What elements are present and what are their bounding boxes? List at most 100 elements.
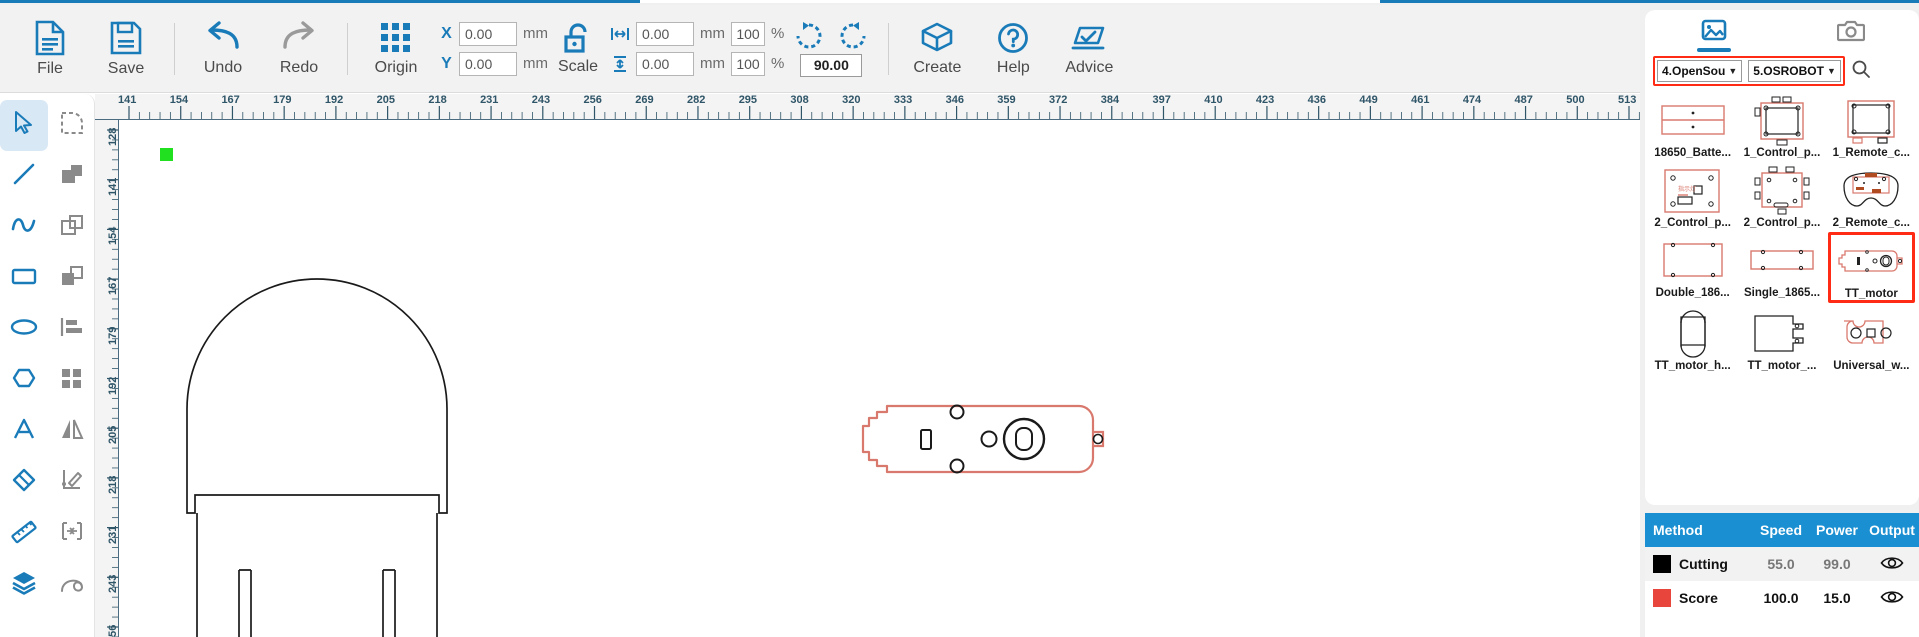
- width-percent-input[interactable]: [731, 21, 766, 46]
- select-tool[interactable]: [0, 100, 48, 151]
- rotate-left-icon[interactable]: [794, 21, 824, 51]
- origin-button[interactable]: Origin: [358, 10, 434, 88]
- camera-tab[interactable]: [1782, 10, 1919, 56]
- create-button[interactable]: Create: [899, 10, 975, 88]
- layers-tool[interactable]: [0, 559, 48, 610]
- speed-cell[interactable]: 100.0: [1753, 590, 1809, 606]
- scale-lock-button[interactable]: Scale: [558, 22, 598, 76]
- polygon-tool[interactable]: [0, 355, 48, 406]
- library-item[interactable]: TT_motor_h...: [1649, 305, 1736, 373]
- x-unit-label: mm: [523, 25, 548, 42]
- save-button[interactable]: Save: [88, 10, 164, 88]
- library-item[interactable]: 2_Remote_c...: [1828, 162, 1915, 230]
- rectangle-tool[interactable]: [0, 253, 48, 304]
- ruler-tick-label: 282: [686, 94, 706, 106]
- library-item[interactable]: TT_motor_...: [1738, 305, 1825, 373]
- align-tool[interactable]: [48, 304, 96, 355]
- library-tab[interactable]: [1645, 10, 1782, 56]
- subcategory-select[interactable]: 5.OSROBOT ▼: [1748, 60, 1841, 82]
- library-item-selected[interactable]: TT_motor: [1827, 232, 1915, 303]
- y-position-input[interactable]: [459, 51, 517, 76]
- height-percent-input[interactable]: [731, 51, 766, 76]
- ruler-tick-label: 205: [107, 425, 119, 445]
- layer-color-swatch[interactable]: [1653, 589, 1671, 607]
- library-item[interactable]: 指示灯 2_Control_p...: [1649, 162, 1736, 230]
- ruler-tick-label: 359: [997, 94, 1016, 106]
- library-item[interactable]: 1_Control_p...: [1738, 92, 1825, 160]
- width-input[interactable]: [636, 21, 695, 46]
- line-tool[interactable]: [0, 151, 48, 202]
- ellipse-tool[interactable]: [0, 304, 48, 355]
- file-button[interactable]: File: [12, 10, 88, 88]
- ruler-tick-label: 179: [107, 326, 119, 345]
- advice-button[interactable]: Advice: [1051, 10, 1127, 88]
- offset-tool[interactable]: [48, 457, 96, 508]
- ruler-tick-label: 154: [169, 94, 189, 106]
- engrave-icon: [58, 569, 86, 600]
- node-edit-icon: [59, 110, 85, 141]
- intersect-tool[interactable]: [48, 253, 96, 304]
- output-visibility-toggle[interactable]: [1865, 589, 1919, 608]
- width-percent-label: %: [771, 25, 785, 42]
- library-grid: 18650_Batte... 1_Control_p... 1_Remote_c..…: [1645, 86, 1919, 373]
- library-item-label: 18650_Batte...: [1654, 147, 1732, 159]
- height-input[interactable]: [636, 51, 695, 76]
- unlock-icon: [562, 22, 594, 56]
- rotate-right-icon[interactable]: [838, 21, 868, 51]
- tab-indicator-left: [0, 0, 640, 3]
- help-button[interactable]: Help: [975, 10, 1051, 88]
- library-item-thumbnail: [1745, 234, 1819, 286]
- image-icon: [1701, 19, 1727, 48]
- text-tool[interactable]: [0, 406, 48, 457]
- y-unit-label: mm: [523, 55, 548, 72]
- arch-part: [186, 278, 448, 637]
- power-cell[interactable]: 15.0: [1809, 590, 1865, 606]
- category-select[interactable]: 4.OpenSou ▼: [1657, 60, 1743, 82]
- curve-tool[interactable]: [0, 202, 48, 253]
- ruler-tick-label: 346: [945, 94, 964, 106]
- power-cell[interactable]: 99.0: [1809, 556, 1865, 572]
- engrave-tool[interactable]: [48, 559, 96, 610]
- search-icon[interactable]: [1851, 59, 1871, 84]
- table-row[interactable]: Score 100.0 15.0: [1645, 581, 1919, 615]
- ruler-tick-label: 218: [428, 94, 447, 106]
- table-row[interactable]: Cutting 55.0 99.0: [1645, 547, 1919, 581]
- subtract-tool[interactable]: [48, 202, 96, 253]
- vertical-ruler[interactable]: 128 141 154 167 179 192 205 218 231 243 256: [95, 120, 119, 637]
- library-item[interactable]: 2_Control_p...: [1738, 162, 1825, 230]
- origin-button-label: Origin: [374, 58, 418, 76]
- x-position-input[interactable]: [459, 21, 517, 46]
- curve-icon: [10, 212, 38, 243]
- library-tabs: [1645, 10, 1919, 56]
- horizontal-ruler[interactable]: 141 154 167 179 192 205 218 231 243 256 269 282 295 3…: [95, 94, 1640, 120]
- mirror-tool[interactable]: [48, 406, 96, 457]
- fit-tool[interactable]: [48, 508, 96, 559]
- y-axis-label: Y: [441, 54, 452, 72]
- method-cell: Score: [1645, 589, 1753, 607]
- output-visibility-toggle[interactable]: [1865, 555, 1919, 574]
- speed-cell[interactable]: 55.0: [1753, 556, 1809, 572]
- drawing-sheet[interactable]: [119, 120, 1640, 637]
- library-item[interactable]: Universal_w...: [1828, 305, 1915, 373]
- union-tool[interactable]: [48, 151, 96, 202]
- layer-color-swatch[interactable]: [1653, 555, 1671, 573]
- node-edit-tool[interactable]: [48, 100, 96, 151]
- library-item[interactable]: Double_186...: [1649, 232, 1736, 303]
- ruler-tick-label: 384: [1100, 94, 1120, 106]
- text-icon: [11, 416, 37, 447]
- design-canvas[interactable]: mm 1411541671791922052182312432562692822…: [95, 94, 1640, 637]
- rectangle-icon: [10, 263, 38, 294]
- ruler-tick-label: 513: [1618, 94, 1637, 106]
- undo-button[interactable]: Undo: [185, 10, 261, 88]
- ruler-tick-label: 333: [893, 94, 913, 106]
- library-item[interactable]: Single_1865...: [1738, 232, 1825, 303]
- rotation-input[interactable]: [800, 53, 863, 77]
- library-item-label: 2_Control_p...: [1654, 217, 1731, 229]
- redo-button[interactable]: Redo: [261, 10, 337, 88]
- measure-tool[interactable]: [0, 508, 48, 559]
- library-item[interactable]: 1_Remote_c...: [1828, 92, 1915, 160]
- distribute-tool[interactable]: [48, 355, 96, 406]
- library-item[interactable]: 18650_Batte...: [1649, 92, 1736, 160]
- eraser-tool[interactable]: [0, 457, 48, 508]
- library-item-thumbnail: [1745, 307, 1819, 359]
